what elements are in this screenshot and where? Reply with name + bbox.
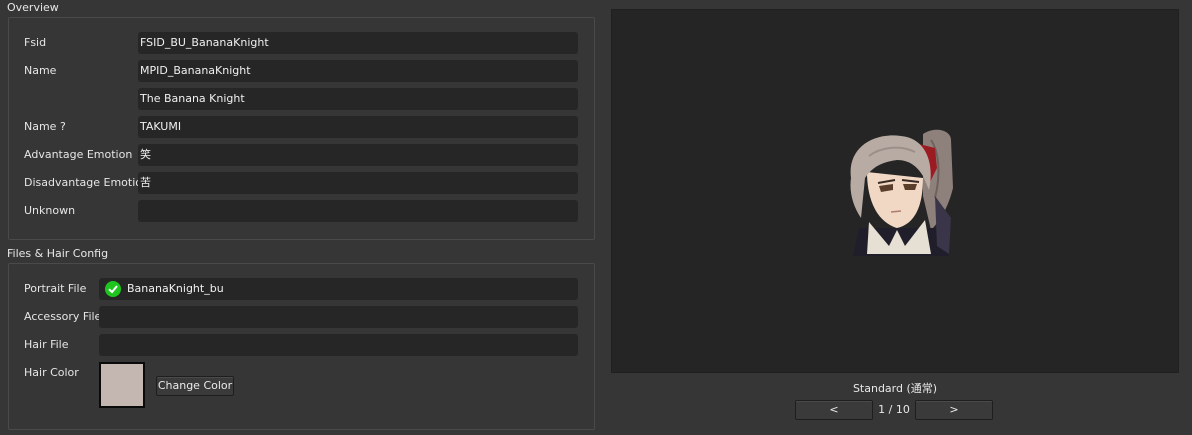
fsid-label: Fsid — [24, 36, 47, 49]
expression-caption: Standard (通常) — [852, 382, 938, 395]
display-name-row: The Banana Knight — [9, 88, 594, 110]
check-circle-icon — [105, 281, 121, 297]
advantage-emotion-label: Advantage Emotion — [24, 148, 133, 161]
hair-file-row: Hair File — [9, 334, 594, 356]
files-title: Files & Hair Config — [7, 247, 109, 260]
files-group: Portrait File BananaKnight_bu Accessory … — [8, 263, 595, 430]
hair-color-swatch[interactable] — [99, 362, 145, 408]
name-row: Name MPID_BananaKnight — [9, 60, 594, 82]
hair-file-label: Hair File — [24, 338, 69, 351]
portrait-file-field[interactable]: BananaKnight_bu — [99, 278, 578, 300]
change-color-button[interactable]: Change Color — [156, 376, 234, 396]
advantage-emotion-field[interactable]: 笑 — [138, 144, 578, 166]
overview-title: Overview — [7, 1, 59, 14]
page-indicator: 1 / 10 — [878, 403, 910, 416]
accessory-file-label: Accessory File — [24, 310, 102, 323]
unknown-label: Unknown — [24, 204, 76, 217]
fsid-field[interactable]: FSID_BU_BananaKnight — [138, 32, 578, 54]
portrait-file-value: BananaKnight_bu — [127, 282, 224, 295]
hair-file-field[interactable] — [99, 334, 578, 356]
portrait-file-row: Portrait File BananaKnight_bu — [9, 278, 594, 300]
next-button[interactable]: > — [915, 400, 993, 420]
portrait-preview — [611, 9, 1179, 373]
unknown-field[interactable] — [138, 200, 578, 222]
hair-color-row: Hair Color Change Color — [9, 362, 594, 414]
prev-button[interactable]: < — [795, 400, 873, 420]
overview-group: Fsid FSID_BU_BananaKnight Name MPID_Bana… — [8, 17, 595, 240]
disadvantage-emotion-row: Disadvantage Emotion 苦 — [9, 172, 594, 194]
disadvantage-emotion-label: Disadvantage Emotion — [24, 176, 149, 189]
unknown-row: Unknown — [9, 200, 594, 222]
name-alt-field[interactable]: TAKUMI — [138, 116, 578, 138]
name-id-field[interactable]: MPID_BananaKnight — [138, 60, 578, 82]
fsid-row: Fsid FSID_BU_BananaKnight — [9, 32, 594, 54]
display-name-field[interactable]: The Banana Knight — [138, 88, 578, 110]
hair-color-label: Hair Color — [24, 366, 79, 379]
name-alt-row: Name ? TAKUMI — [9, 116, 594, 138]
name-alt-label: Name ? — [24, 120, 66, 133]
accessory-file-row: Accessory File — [9, 306, 594, 328]
advantage-emotion-row: Advantage Emotion 笑 — [9, 144, 594, 166]
name-label: Name — [24, 64, 57, 77]
disadvantage-emotion-field[interactable]: 苦 — [138, 172, 578, 194]
portrait-file-label: Portrait File — [24, 282, 87, 295]
accessory-file-field[interactable] — [99, 306, 578, 328]
character-portrait-icon — [850, 129, 953, 256]
